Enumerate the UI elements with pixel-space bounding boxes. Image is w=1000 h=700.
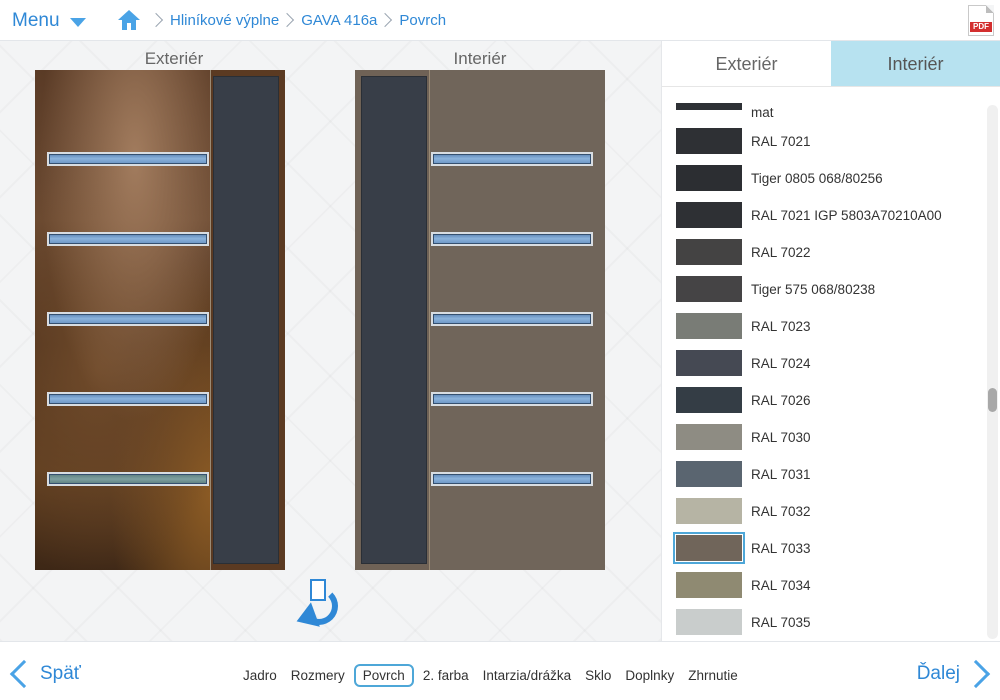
menu-button[interactable]: Menu — [12, 8, 86, 34]
color-label: Tiger 575 068/80238 — [751, 281, 876, 297]
step-zhrnutie[interactable]: Zhrnutie — [681, 664, 745, 687]
color-item-ral-7032[interactable]: RAL 7032 — [676, 496, 811, 526]
breadcrumb: Hliníkové výplne GAVA 416a Povrch — [118, 8, 446, 32]
color-item-ral-7030[interactable]: RAL 7030 — [676, 422, 811, 452]
color-label: RAL 7033 — [751, 540, 811, 556]
color-item-tiger-575[interactable]: Tiger 575 068/80238 — [676, 274, 875, 304]
back-label: Späť — [40, 663, 81, 684]
tab-interior[interactable]: Interiér — [831, 41, 1000, 87]
color-label: RAL 7026 — [751, 392, 811, 408]
breadcrumb-item-model[interactable]: GAVA 416a — [301, 12, 377, 29]
color-item-ral-7024[interactable]: RAL 7024 — [676, 348, 811, 378]
scrollbar-thumb[interactable] — [988, 388, 997, 412]
color-item-tiger-0805[interactable]: Tiger 0805 068/80256 — [676, 163, 883, 193]
flip-view-icon[interactable] — [292, 579, 340, 634]
interior-door-preview — [355, 70, 605, 570]
interior-view-label: Interiér — [453, 49, 507, 68]
tab-exterior[interactable]: Exteriér — [662, 41, 831, 87]
chevron-right-icon — [378, 12, 393, 28]
step-doplnky[interactable]: Doplnky — [618, 664, 681, 687]
color-swatch — [673, 532, 745, 564]
color-item-ral-7021-igp[interactable]: RAL 7021 IGP 5803A70210A00 — [676, 200, 942, 230]
bottom-bar: Späť Jadro Rozmery Povrch 2. farba Intar… — [0, 641, 1000, 700]
top-bar: Menu Hliníkové výplne GAVA 416a Povrch P… — [0, 0, 1000, 41]
color-label: RAL 7021 — [751, 133, 811, 149]
color-swatch — [676, 461, 742, 487]
pdf-download-icon[interactable]: PDF — [968, 5, 994, 36]
back-button[interactable]: Späť — [8, 657, 81, 691]
color-swatch — [676, 202, 742, 228]
color-item-ral-7026[interactable]: RAL 7026 — [676, 385, 811, 415]
chevron-right-icon — [148, 12, 164, 28]
color-item-ral-7035[interactable]: RAL 7035 — [676, 607, 811, 637]
step-povrch[interactable]: Povrch — [353, 664, 414, 687]
home-icon[interactable] — [118, 10, 140, 30]
color-item-ral-7021[interactable]: RAL 7021 — [676, 126, 811, 156]
color-swatch — [676, 276, 742, 302]
step-jadro[interactable]: Jadro — [236, 664, 284, 687]
color-label: RAL 7032 — [751, 503, 811, 519]
breadcrumb-item-category[interactable]: Hliníkové výplne — [170, 12, 279, 29]
step-intarzia[interactable]: Intarzia/drážka — [476, 664, 579, 687]
color-label: RAL 7034 — [751, 577, 811, 593]
step-rozmery[interactable]: Rozmery — [284, 664, 352, 687]
color-swatch — [676, 128, 742, 154]
chevron-left-icon — [9, 659, 39, 689]
color-item-ral-7033[interactable]: RAL 7033 — [673, 532, 811, 564]
next-label: Ďalej — [916, 663, 960, 684]
color-label: RAL 7031 — [751, 466, 811, 482]
step-navigation: Jadro Rozmery Povrch 2. farba Intarzia/d… — [236, 664, 745, 687]
color-label: RAL 7023 — [751, 318, 811, 334]
exterior-view-label: Exteriér — [144, 49, 204, 68]
color-label: Tiger 0805 068/80256 — [751, 170, 883, 186]
chevron-right-icon — [961, 659, 991, 689]
exterior-door-preview — [35, 70, 285, 570]
breadcrumb-item-current[interactable]: Povrch — [399, 12, 446, 29]
pdf-label: PDF — [970, 22, 992, 32]
color-label: RAL 7030 — [751, 429, 811, 445]
step-2-farba[interactable]: 2. farba — [416, 664, 476, 687]
color-list: mat RAL 7021 Tiger 0805 068/80256 RAL 70… — [662, 87, 982, 641]
color-item-ral-7031[interactable]: RAL 7031 — [676, 459, 811, 489]
color-label: RAL 7022 — [751, 244, 811, 260]
color-swatch — [676, 313, 742, 339]
chevron-right-icon — [280, 12, 295, 28]
caret-down-icon — [69, 17, 86, 27]
color-item-ral-7022[interactable]: RAL 7022 — [676, 237, 811, 267]
color-label: RAL 7024 — [751, 355, 811, 371]
color-swatch — [676, 350, 742, 376]
color-swatch — [676, 498, 742, 524]
color-item-ral-7023[interactable]: RAL 7023 — [676, 311, 811, 341]
step-sklo[interactable]: Sklo — [578, 664, 618, 687]
color-label: RAL 7035 — [751, 614, 811, 630]
menu-label: Menu — [12, 10, 60, 31]
surface-color-panel: Exteriér Interiér mat RAL 7021 Tiger 080… — [661, 41, 1000, 641]
color-swatch — [676, 424, 742, 450]
color-label: RAL 7021 IGP 5803A70210A00 — [751, 207, 942, 223]
color-swatch — [676, 387, 742, 413]
color-item-ral-7034[interactable]: RAL 7034 — [676, 570, 811, 600]
side-tabs: Exteriér Interiér — [662, 41, 1000, 87]
color-swatch — [676, 609, 742, 635]
color-swatch — [676, 239, 742, 265]
color-swatch — [676, 102, 742, 110]
color-swatch — [676, 165, 742, 191]
next-button[interactable]: Ďalej — [917, 657, 992, 691]
color-swatch — [676, 572, 742, 598]
color-item-mat[interactable]: mat — [676, 97, 774, 127]
color-label: mat — [751, 104, 774, 120]
color-list-scrollbar[interactable] — [987, 105, 998, 639]
